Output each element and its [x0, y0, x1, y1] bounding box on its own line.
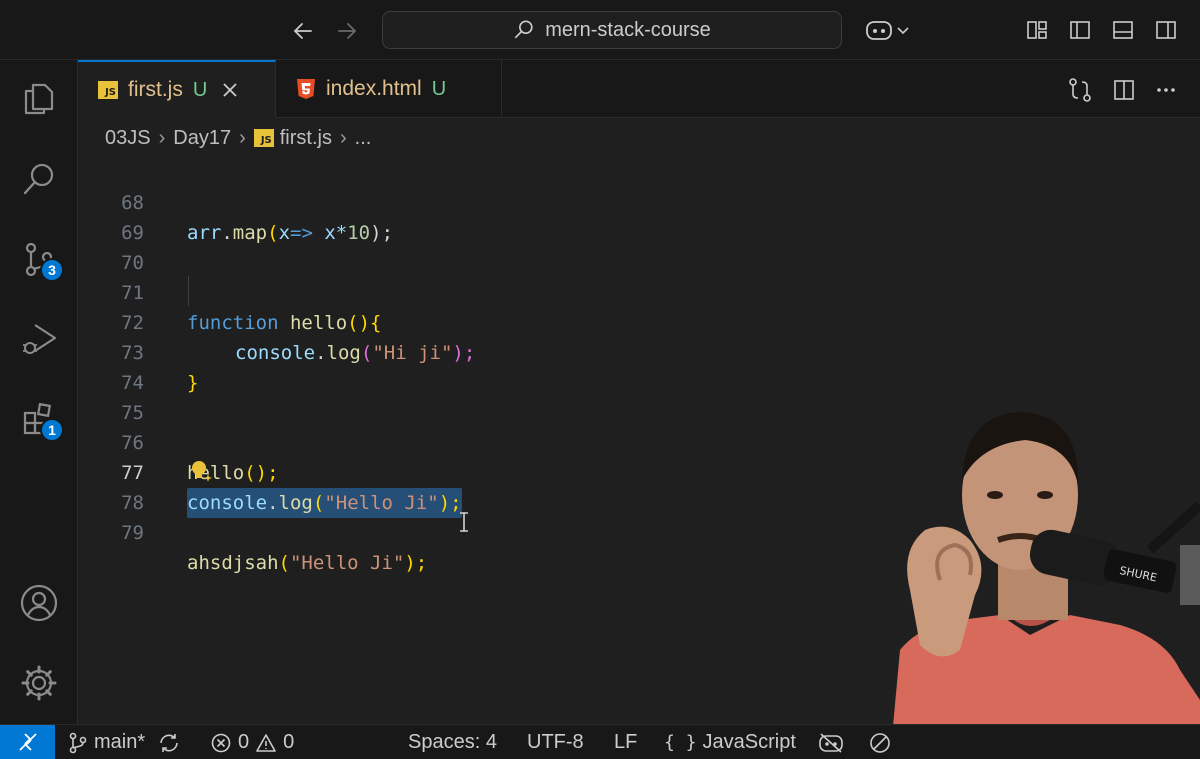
accounts-icon[interactable] [14, 578, 64, 628]
breadcrumb-folder-03js[interactable]: 03JS [105, 127, 151, 150]
breadcrumb-file[interactable]: first.js [280, 127, 332, 150]
source-control-icon[interactable]: 3 [14, 234, 64, 284]
untracked-status: U [431, 77, 447, 100]
code-line: 69 [78, 188, 1200, 244]
copilot-icon[interactable] [862, 15, 912, 45]
editor-tab-bar: JS first.js U index.html U [78, 60, 1200, 118]
language-label: JavaScript [702, 731, 796, 753]
code-line: 71 function hello(){ [78, 248, 1200, 334]
code-line: 75 [78, 368, 1200, 424]
braces-icon: { } [664, 732, 697, 753]
open-changes-icon[interactable] [1065, 75, 1095, 105]
encoding-label: UTF-8 [527, 731, 584, 753]
language-mode-indicator[interactable]: { } JavaScript [664, 725, 796, 759]
explorer-icon[interactable] [14, 74, 64, 124]
toggle-secondary-sidebar-icon[interactable] [1151, 15, 1181, 45]
customize-layout-icon[interactable] [1022, 15, 1052, 45]
encoding-indicator[interactable]: UTF-8 [527, 725, 584, 759]
breadcrumb: 03JS › Day17 › JS first.js › ... [78, 118, 1200, 158]
eol-label: LF [614, 731, 638, 753]
code-line: 72 console.log("Hi ji"); [78, 278, 1200, 364]
code-line: 70 [78, 218, 1200, 274]
search-label: mern-stack-course [545, 18, 711, 41]
more-actions-icon[interactable] [1151, 75, 1181, 105]
branch-indicator[interactable]: main* [68, 725, 181, 759]
no-entry-icon[interactable] [868, 725, 892, 759]
html5-file-icon [296, 78, 316, 100]
line-number: 79 [121, 522, 144, 544]
git-branch-icon [69, 732, 87, 753]
js-file-icon: JS [98, 81, 118, 99]
chevron-right-icon: › [239, 126, 246, 149]
branch-name: main* [94, 731, 146, 753]
chevron-right-icon: › [158, 126, 166, 149]
text-cursor-icon [458, 512, 470, 532]
status-bar: main* 0 0 Spaces: 4 UTF-8 LF { } JavaScr… [0, 724, 1200, 759]
tab-label: index.html [326, 77, 422, 100]
command-center-search[interactable]: mern-stack-course [382, 11, 842, 49]
back-arrow-icon[interactable] [288, 16, 318, 46]
forward-arrow-icon[interactable] [332, 16, 362, 46]
source-control-badge: 3 [40, 258, 64, 282]
run-and-debug-icon[interactable] [14, 314, 64, 364]
copilot-status-icon[interactable] [818, 725, 844, 759]
code-line: 68 arr.map(x=> x*10); [78, 158, 1200, 244]
split-editor-icon[interactable] [1109, 75, 1139, 105]
search-icon [515, 20, 533, 39]
sync-icon[interactable] [157, 732, 181, 754]
tab-first-js[interactable]: JS first.js U [78, 60, 276, 118]
eol-indicator[interactable]: LF [614, 725, 637, 759]
activity-bar: 3 1 [0, 60, 78, 724]
breadcrumb-folder-day17[interactable]: Day17 [173, 127, 231, 150]
extensions-badge: 1 [40, 418, 64, 442]
untracked-status: U [192, 78, 208, 101]
close-icon[interactable] [221, 81, 239, 99]
chevron-right-icon: › [339, 126, 347, 149]
warning-count: 0 [283, 731, 295, 753]
error-count: 0 [238, 731, 250, 753]
problems-indicator[interactable]: 0 0 [210, 725, 294, 759]
js-file-icon: JS [253, 129, 274, 147]
indentation-label: Spaces: 4 [408, 731, 497, 753]
settings-gear-icon[interactable] [14, 658, 64, 708]
remote-indicator-icon[interactable] [0, 724, 55, 759]
warning-icon [256, 733, 276, 752]
toggle-primary-sidebar-icon[interactable] [1065, 15, 1095, 45]
tab-label: first.js [128, 78, 183, 101]
search-icon[interactable] [14, 154, 64, 204]
lightbulb-sparkle-icon[interactable] [188, 458, 214, 484]
extensions-icon[interactable]: 1 [14, 394, 64, 444]
presenter-webcam-overlay: SHURE [880, 400, 1200, 759]
error-icon [211, 733, 231, 752]
indentation-indicator[interactable]: Spaces: 4 [408, 725, 497, 759]
tab-index-html[interactable]: index.html U [276, 60, 502, 118]
title-bar: mern-stack-course [0, 0, 1200, 60]
code-line: 73 } [78, 308, 1200, 394]
code-line: 74 [78, 338, 1200, 394]
toggle-panel-icon[interactable] [1108, 15, 1138, 45]
indent-guide [188, 276, 189, 306]
breadcrumb-symbols[interactable]: ... [355, 127, 372, 150]
